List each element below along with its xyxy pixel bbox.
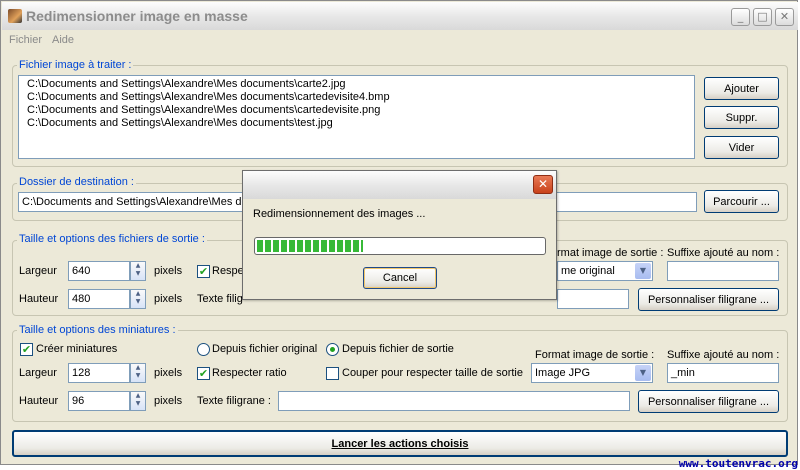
output-format-value: me original (561, 265, 615, 277)
from-original-radio[interactable] (197, 343, 210, 356)
output-watermark-label: Texte filig (197, 293, 243, 305)
site-watermark: www.toutenvrac.org (678, 457, 798, 470)
spin-up-icon[interactable]: ▲ (131, 262, 145, 270)
thumb-height-value: 96 (72, 395, 85, 407)
dialog-message: Redimensionnement des images ... (253, 208, 426, 220)
output-width-unit: pixels (154, 265, 183, 277)
menu-fichier[interactable]: Fichier (9, 34, 42, 46)
thumb-format-select[interactable]: Image JPG ▼ (531, 363, 653, 383)
app-icon (8, 9, 22, 23)
spin-up-icon[interactable]: ▲ (131, 392, 145, 400)
output-suffix-input[interactable] (667, 261, 779, 281)
destination-path-value: C:\Documents and Settings\Alexandre\Mes … (22, 196, 248, 208)
run-actions-button[interactable]: Lancer les actions choisis (12, 430, 788, 457)
output-format-label: rmat image de sortie : (557, 247, 664, 259)
spin-down-icon[interactable]: ▼ (131, 298, 145, 306)
list-item[interactable]: C:\Documents and Settings\Alexandre\Mes … (27, 91, 390, 103)
output-width-spinner[interactable]: ▲ ▼ (130, 261, 146, 281)
from-original-label: Depuis fichier original (212, 343, 318, 355)
output-height-value: 480 (72, 293, 91, 305)
list-item[interactable]: C:\Documents and Settings\Alexandre\Mes … (27, 104, 380, 116)
list-item[interactable]: C:\Documents and Settings\Alexandre\Mes … (27, 78, 346, 90)
spin-up-icon[interactable]: ▲ (131, 364, 145, 372)
thumb-suffix-input[interactable]: _min (667, 363, 779, 383)
thumb-height-input[interactable]: 96 (68, 391, 130, 411)
destination-legend: Dossier de destination : (17, 176, 136, 188)
thumb-ratio-checkbox[interactable]: ✔ (197, 367, 210, 380)
output-width-value: 640 (72, 265, 91, 277)
output-options-legend: Taille et options des fichiers de sortie… (17, 233, 207, 245)
spin-up-icon[interactable]: ▲ (131, 290, 145, 298)
list-item[interactable]: C:\Documents and Settings\Alexandre\Mes … (27, 117, 333, 129)
output-height-unit: pixels (154, 293, 183, 305)
output-height-label: Hauteur (19, 293, 59, 305)
remove-button[interactable]: Suppr. (704, 106, 779, 129)
crop-label: Couper pour respecter taille de sortie (342, 367, 523, 379)
from-output-label: Depuis fichier de sortie (342, 343, 454, 355)
minimize-button[interactable]: _ (731, 8, 750, 26)
output-custom-watermark-button[interactable]: Personnaliser filigrane ... (638, 288, 779, 311)
output-suffix-label: Suffixe ajouté au nom : (667, 247, 780, 259)
add-button[interactable]: Ajouter (704, 77, 779, 100)
thumbnail-options-legend: Taille et options des miniatures : (17, 324, 178, 336)
thumb-width-label: Largeur (19, 367, 57, 379)
chevron-down-icon[interactable]: ▼ (635, 365, 651, 381)
dialog-title-bar[interactable]: ✕ (243, 171, 556, 199)
source-files-legend: Fichier image à traiter : (17, 59, 134, 71)
file-list[interactable]: C:\Documents and Settings\Alexandre\Mes … (18, 75, 695, 159)
thumb-ratio-label: Respecter ratio (212, 367, 287, 379)
thumb-width-input[interactable]: 128 (68, 363, 130, 383)
crop-checkbox[interactable] (326, 367, 339, 380)
thumb-format-label: Format image de sortie : (535, 349, 655, 361)
output-watermark-input[interactable] (557, 289, 629, 309)
output-format-select[interactable]: me original ▼ (557, 261, 653, 281)
menu-bar: Fichier Aide (2, 31, 798, 49)
dialog-body: Redimensionnement des images ... Cancel (246, 200, 553, 297)
thumb-height-unit: pixels (154, 395, 183, 407)
maximize-button[interactable]: □ (753, 8, 772, 26)
output-ratio-checkbox[interactable]: ✔ (197, 265, 210, 278)
thumb-watermark-input[interactable] (278, 391, 630, 411)
output-width-label: Largeur (19, 265, 57, 277)
title-bar[interactable]: Redimensionner image en masse _ □ ✕ (2, 2, 798, 30)
thumb-format-value: Image JPG (535, 367, 591, 379)
dialog-close-button[interactable]: ✕ (533, 175, 553, 194)
thumb-height-label: Hauteur (19, 395, 59, 407)
progress-bar (254, 237, 546, 255)
from-output-radio[interactable] (326, 343, 339, 356)
thumb-suffix-value: _min (671, 367, 695, 379)
thumb-custom-watermark-button[interactable]: Personnaliser filigrane ... (638, 390, 779, 413)
output-height-input[interactable]: 480 (68, 289, 130, 309)
thumb-width-spinner[interactable]: ▲ ▼ (130, 363, 146, 383)
output-width-input[interactable]: 640 (68, 261, 130, 281)
spin-down-icon[interactable]: ▼ (131, 400, 145, 408)
spin-down-icon[interactable]: ▼ (131, 372, 145, 380)
thumb-suffix-label: Suffixe ajouté au nom : (667, 349, 780, 361)
browse-button[interactable]: Parcourir ... (704, 190, 779, 213)
thumb-height-spinner[interactable]: ▲ ▼ (130, 391, 146, 411)
cancel-button[interactable]: Cancel (363, 267, 437, 289)
spin-down-icon[interactable]: ▼ (131, 270, 145, 278)
progress-dialog: ✕ Redimensionnement des images ... Cance… (242, 170, 557, 300)
close-button[interactable]: ✕ (775, 8, 794, 26)
menu-aide[interactable]: Aide (52, 34, 74, 46)
clear-button[interactable]: Vider (704, 136, 779, 159)
thumb-watermark-label: Texte filigrane : (197, 395, 271, 407)
progress-fill (257, 240, 363, 252)
create-thumbnails-label: Créer miniatures (36, 343, 118, 355)
output-height-spinner[interactable]: ▲ ▼ (130, 289, 146, 309)
window-title: Redimensionner image en masse (26, 8, 248, 24)
chevron-down-icon[interactable]: ▼ (635, 263, 651, 279)
thumb-width-unit: pixels (154, 367, 183, 379)
thumb-width-value: 128 (72, 367, 91, 379)
create-thumbnails-checkbox[interactable]: ✔ (20, 343, 33, 356)
